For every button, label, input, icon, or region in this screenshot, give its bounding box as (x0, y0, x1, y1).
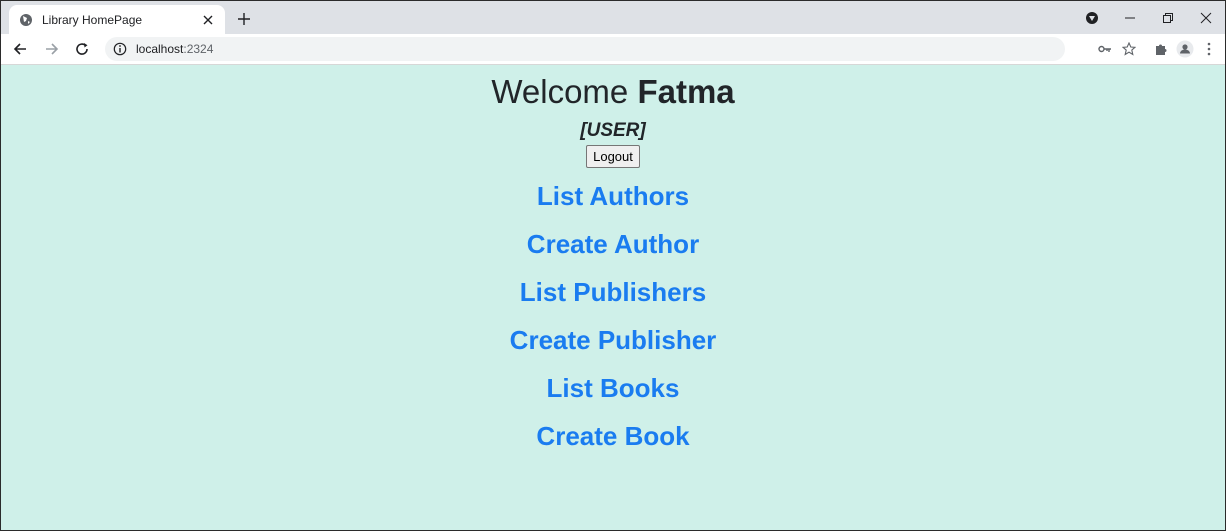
profile-indicator-icon[interactable] (1073, 1, 1111, 34)
browser-window: Library HomePage localhost:2324 Welcome … (0, 0, 1226, 531)
new-tab-button[interactable] (233, 8, 255, 30)
url-text: localhost:2324 (136, 42, 213, 56)
window-controls (1073, 1, 1225, 34)
tab-library-homepage[interactable]: Library HomePage (9, 5, 225, 34)
menu-kebab-icon[interactable] (1197, 38, 1221, 60)
restore-icon[interactable] (1149, 1, 1187, 34)
close-tab-icon[interactable] (200, 12, 216, 28)
extensions-puzzle-icon[interactable] (1149, 38, 1173, 60)
bookmark-star-icon[interactable] (1117, 38, 1141, 60)
reload-icon[interactable] (71, 38, 93, 60)
welcome-prefix: Welcome (491, 73, 629, 110)
user-name: Fatma (637, 73, 735, 110)
page-content: Welcome Fatma [USER] Logout List Authors… (1, 65, 1225, 530)
nav-links: List Authors Create Author List Publishe… (1, 172, 1225, 460)
forward-arrow-icon[interactable] (41, 38, 63, 60)
close-window-icon[interactable] (1187, 1, 1225, 34)
tab-strip: Library HomePage (1, 1, 1225, 34)
tab-title: Library HomePage (42, 12, 143, 27)
url-port: :2324 (183, 42, 214, 56)
toolbar-actions (1093, 38, 1221, 60)
link-list-books[interactable]: List Books (1, 364, 1225, 412)
link-list-authors[interactable]: List Authors (1, 172, 1225, 220)
address-bar[interactable]: localhost:2324 (105, 37, 1065, 61)
back-arrow-icon[interactable] (9, 38, 31, 60)
welcome-heading: Welcome Fatma (1, 73, 1225, 111)
link-create-book[interactable]: Create Book (1, 412, 1225, 460)
link-create-publisher[interactable]: Create Publisher (1, 316, 1225, 364)
user-role: [USER] (580, 120, 646, 141)
info-icon[interactable] (113, 42, 127, 56)
profile-avatar-icon[interactable] (1173, 38, 1197, 60)
link-list-publishers[interactable]: List Publishers (1, 268, 1225, 316)
logout-button[interactable]: Logout (586, 145, 640, 168)
browser-toolbar: localhost:2324 (1, 34, 1225, 65)
link-create-author[interactable]: Create Author (1, 220, 1225, 268)
minimize-icon[interactable] (1111, 1, 1149, 34)
url-host: localhost (136, 42, 184, 56)
key-icon[interactable] (1093, 38, 1117, 60)
globe-icon (19, 13, 33, 27)
